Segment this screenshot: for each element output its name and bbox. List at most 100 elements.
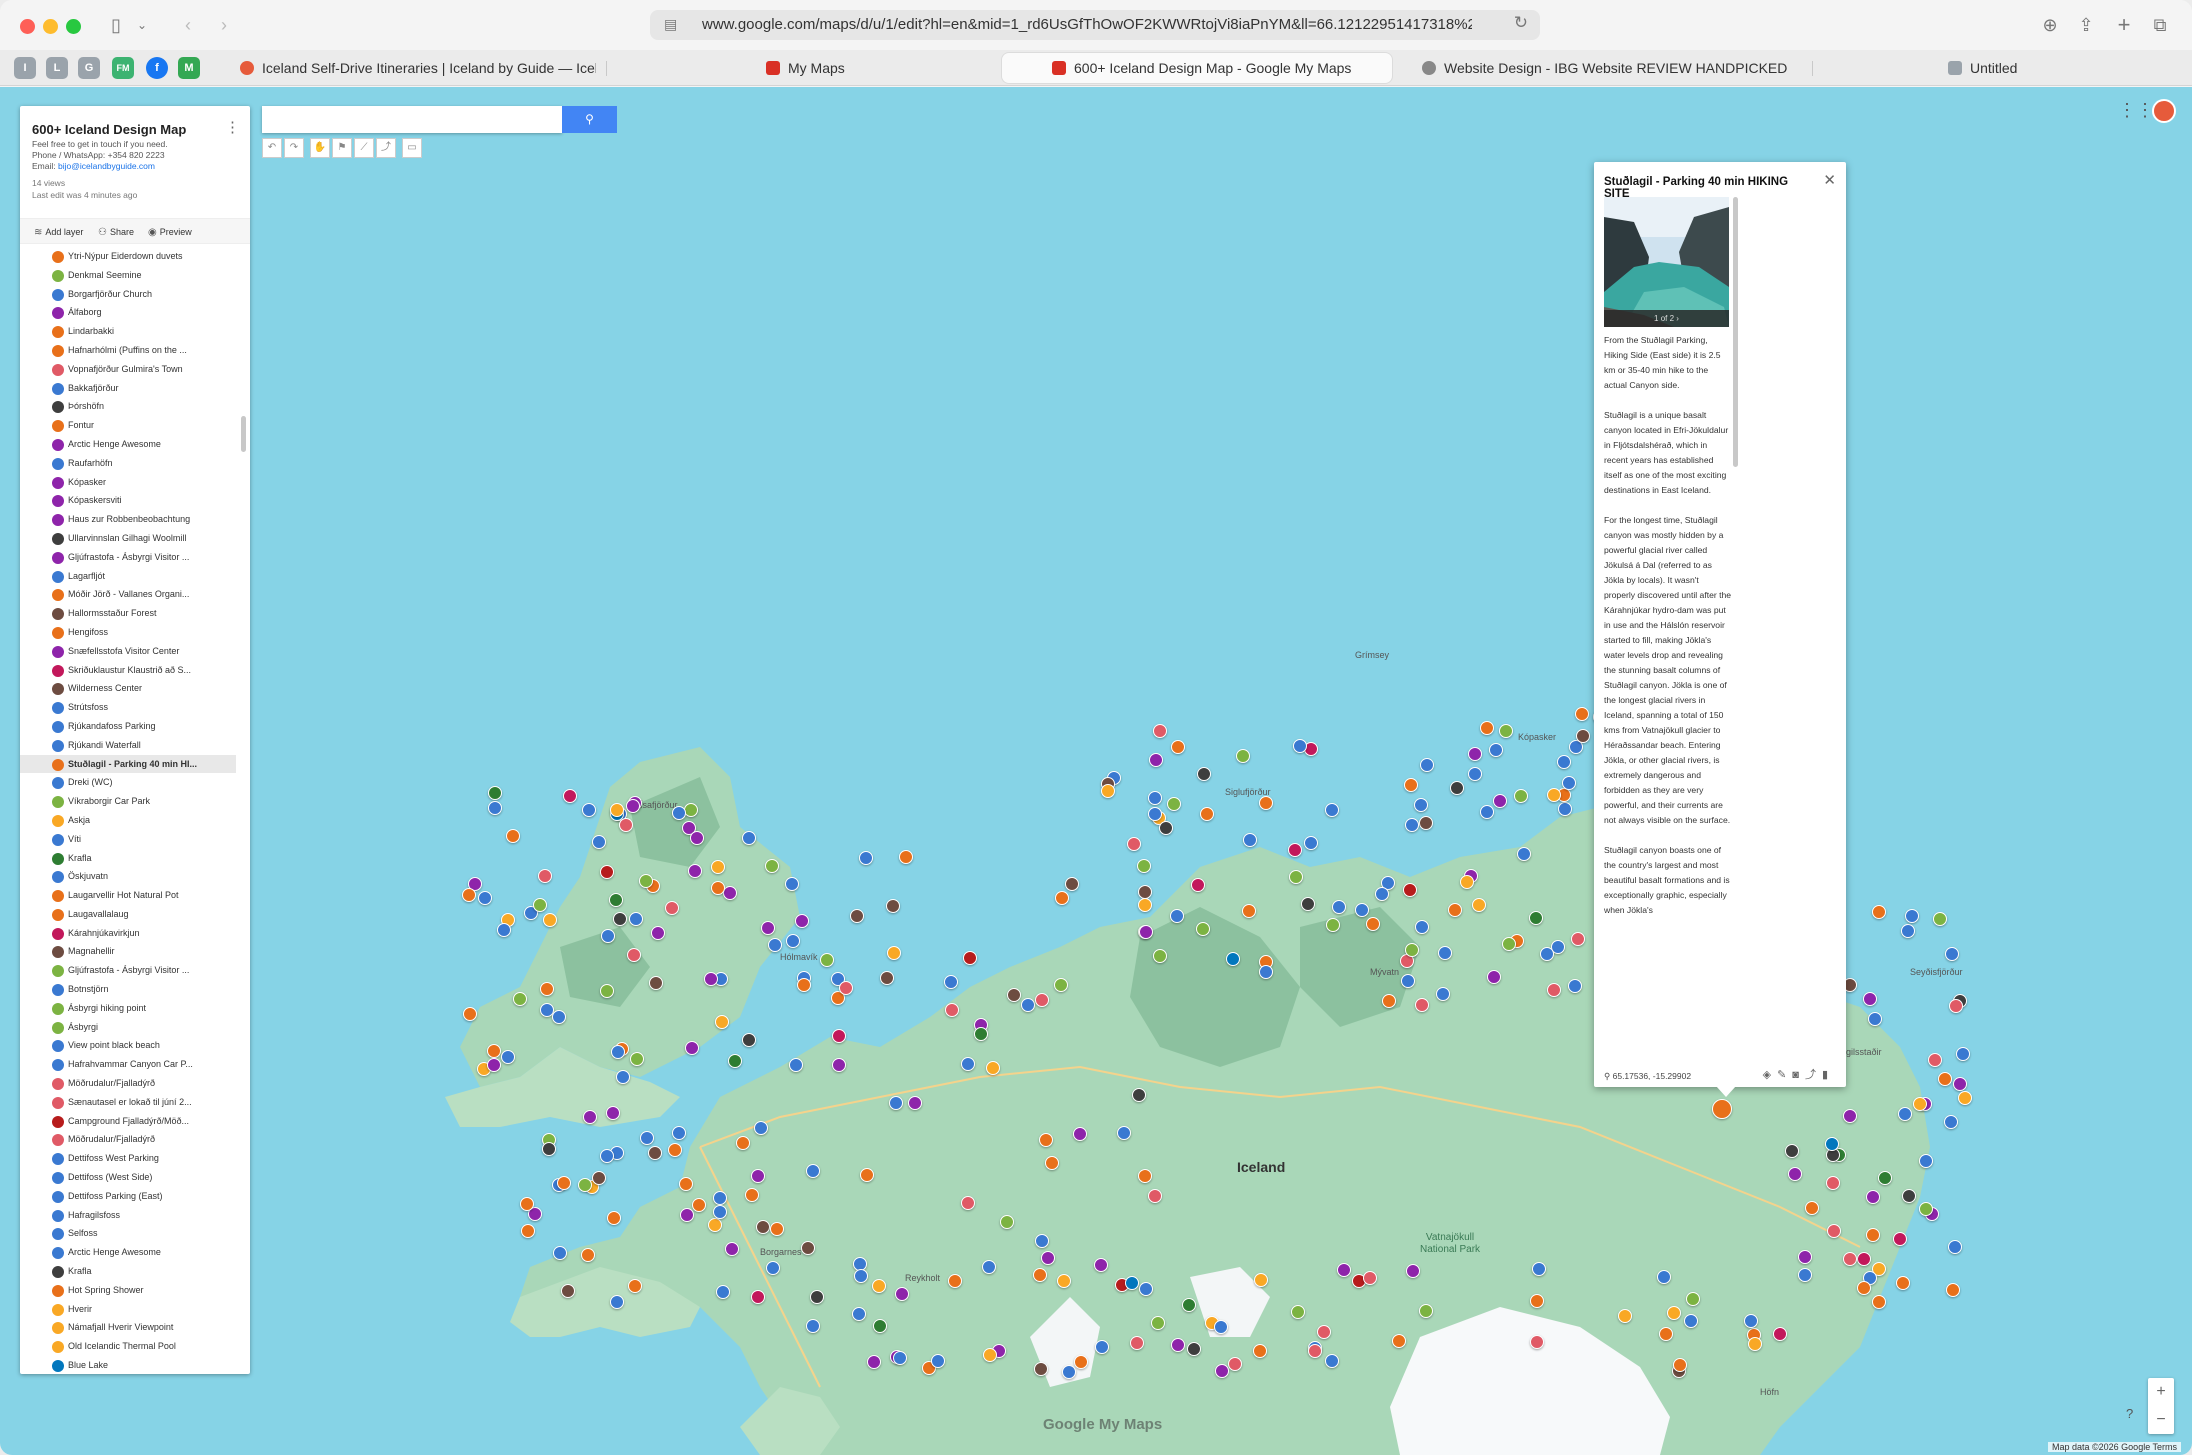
place-marker[interactable]: [708, 1217, 723, 1232]
place-marker[interactable]: [1170, 739, 1185, 754]
place-marker[interactable]: [1300, 897, 1315, 912]
list-item[interactable]: Dettifoss (West Side): [20, 1168, 236, 1187]
map-title[interactable]: 600+ Iceland Design Map: [32, 122, 186, 137]
place-marker[interactable]: [1147, 790, 1162, 805]
pinned-tab-1[interactable]: I: [14, 57, 36, 79]
pinned-tab-2[interactable]: L: [46, 57, 68, 79]
place-marker[interactable]: [1153, 723, 1168, 738]
tab-website-design[interactable]: Website Design - IBG Website REVIEW HAND…: [1422, 53, 1802, 83]
list-item[interactable]: Kópasker: [20, 473, 236, 492]
place-marker[interactable]: [1288, 869, 1303, 884]
place-marker[interactable]: [690, 830, 705, 845]
place-marker[interactable]: [1895, 1275, 1910, 1290]
place-marker[interactable]: [1546, 982, 1561, 997]
place-marker[interactable]: [650, 926, 665, 941]
place-marker[interactable]: [871, 1278, 886, 1293]
place-marker[interactable]: [1307, 1343, 1322, 1358]
zoom-window-button[interactable]: [66, 19, 81, 34]
place-marker[interactable]: [859, 1168, 874, 1183]
list-item[interactable]: Hafnarhólmi (Puffins on the ...: [20, 341, 236, 360]
add-layer-button[interactable]: ≋ Add layer: [34, 219, 83, 246]
list-item[interactable]: Hot Spring Shower: [20, 1281, 236, 1300]
list-item[interactable]: Raufarhöfn: [20, 454, 236, 473]
place-marker[interactable]: [1139, 924, 1154, 939]
tab-iceland-design-map[interactable]: 600+ Iceland Design Map - Google My Maps: [1002, 53, 1392, 83]
place-marker[interactable]: [744, 1188, 759, 1203]
place-marker[interactable]: [735, 1135, 750, 1150]
place-marker[interactable]: [1748, 1336, 1763, 1351]
place-marker[interactable]: [556, 1175, 571, 1190]
list-item[interactable]: Víkraborgir Car Park: [20, 792, 236, 811]
list-item[interactable]: Blue Lake: [20, 1356, 236, 1374]
place-marker[interactable]: [1227, 1357, 1242, 1372]
place-marker[interactable]: [1171, 1337, 1186, 1352]
place-marker[interactable]: [1945, 1283, 1960, 1298]
place-marker[interactable]: [1944, 946, 1959, 961]
place-marker[interactable]: [1331, 899, 1346, 914]
list-item[interactable]: Wilderness Center: [20, 679, 236, 698]
place-marker[interactable]: [1225, 952, 1240, 967]
place-marker[interactable]: [962, 950, 977, 965]
list-item[interactable]: Hafragilsfoss: [20, 1206, 236, 1225]
list-item[interactable]: Rjúkandafoss Parking: [20, 717, 236, 736]
place-marker[interactable]: [1166, 797, 1181, 812]
place-marker[interactable]: [742, 830, 757, 845]
place-marker[interactable]: [1517, 846, 1532, 861]
place-marker[interactable]: [486, 1043, 501, 1058]
photo-caption[interactable]: 1 of 2 ›: [1604, 310, 1729, 327]
place-marker[interactable]: [539, 981, 554, 996]
list-item[interactable]: Hafrahvammar Canyon Car P...: [20, 1055, 236, 1074]
place-marker[interactable]: [886, 946, 901, 961]
place-marker[interactable]: [1053, 977, 1068, 992]
place-marker[interactable]: [765, 1260, 780, 1275]
place-marker[interactable]: [1449, 780, 1464, 795]
place-marker[interactable]: [715, 1014, 730, 1029]
tab-itineraries[interactable]: Iceland Self-Drive Itineraries | Iceland…: [240, 53, 596, 83]
place-marker[interactable]: [1290, 1304, 1305, 1319]
place-marker[interactable]: [610, 1044, 625, 1059]
place-marker[interactable]: [1038, 1132, 1053, 1147]
place-marker[interactable]: [1871, 904, 1886, 919]
pinned-tab-4[interactable]: FM: [112, 57, 134, 79]
place-marker[interactable]: [1020, 998, 1035, 1013]
place-marker[interactable]: [1547, 787, 1562, 802]
place-marker[interactable]: [580, 1247, 595, 1262]
place-marker[interactable]: [1856, 1252, 1871, 1267]
place-marker[interactable]: [1153, 948, 1168, 963]
share-button[interactable]: ⚇ Share: [98, 219, 134, 246]
place-marker[interactable]: [1006, 988, 1021, 1003]
place-marker[interactable]: [764, 859, 779, 874]
pinned-tab-maps[interactable]: M: [178, 57, 200, 79]
place-marker[interactable]: [754, 1120, 769, 1135]
place-marker[interactable]: [1137, 858, 1152, 873]
place-marker[interactable]: [755, 1219, 770, 1234]
place-marker[interactable]: [1514, 789, 1529, 804]
place-marker[interactable]: [716, 1284, 730, 1299]
panel-scrollbar[interactable]: [241, 416, 246, 452]
place-marker[interactable]: [1186, 1341, 1201, 1356]
list-item[interactable]: Dreki (WC): [20, 773, 236, 792]
place-marker[interactable]: [1150, 1316, 1165, 1331]
place-marker[interactable]: [1324, 802, 1339, 817]
list-item[interactable]: Campground Fjalladýrð/Möð...: [20, 1112, 236, 1131]
place-marker[interactable]: [1479, 805, 1494, 819]
list-item[interactable]: Botnstjörn: [20, 980, 236, 999]
list-item[interactable]: Sænautasel er lokað til júní 2...: [20, 1093, 236, 1112]
place-marker[interactable]: [1530, 1293, 1545, 1308]
list-item[interactable]: Strútsfoss: [20, 698, 236, 717]
place-marker[interactable]: [553, 1245, 568, 1260]
place-marker[interactable]: [1501, 937, 1516, 952]
place-marker[interactable]: [1866, 1227, 1880, 1242]
add-marker-icon[interactable]: ⚑: [332, 138, 352, 158]
popup-scrollbar[interactable]: [1733, 197, 1738, 467]
place-marker[interactable]: [750, 1289, 765, 1304]
place-marker[interactable]: [1570, 931, 1585, 946]
place-marker[interactable]: [1181, 1297, 1196, 1312]
list-item[interactable]: Ytri-Nýpur Eiderdown duvets: [20, 247, 236, 266]
list-item[interactable]: Bakkafjörður: [20, 379, 236, 398]
place-marker[interactable]: [551, 1009, 566, 1024]
map-description[interactable]: Feel free to get in touch if you need. P…: [32, 139, 232, 172]
list-item[interactable]: Dettifoss West Parking: [20, 1149, 236, 1168]
list-item[interactable]: Lagarfljót: [20, 567, 236, 586]
place-marker[interactable]: [1057, 1273, 1072, 1288]
